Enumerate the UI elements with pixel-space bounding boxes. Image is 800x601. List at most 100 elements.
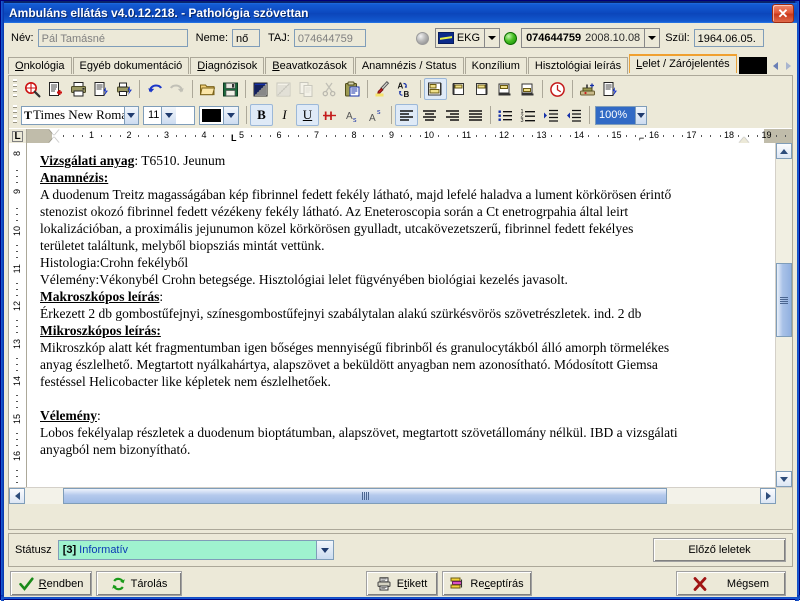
scroll-left-icon[interactable] [9, 488, 25, 504]
status-dropdown-icon[interactable] [315, 541, 333, 559]
patient-name-field[interactable]: Pál Tamásné [37, 29, 188, 47]
tab-konzilium[interactable]: Konzílium [464, 57, 527, 74]
case-dropdown-arrow-icon[interactable] [644, 28, 661, 48]
previous-results-button[interactable]: Előző leletek [653, 538, 786, 562]
patient-taj-field[interactable]: 074644759 [293, 29, 366, 47]
italic-label: I [282, 107, 287, 122]
tab-stop-selector[interactable]: L [9, 129, 27, 143]
scroll-up-icon[interactable] [776, 143, 792, 159]
store-button[interactable]: Tárolás [96, 571, 182, 596]
print-setup-icon[interactable] [113, 78, 136, 100]
format-toolbar-grip[interactable] [13, 105, 17, 125]
toolbar-grip[interactable] [13, 79, 17, 99]
font-color-combo[interactable] [199, 105, 239, 125]
find-replace-icon[interactable]: A B [394, 78, 417, 100]
tab-beavatkozasok[interactable]: Beavatkozások [265, 57, 354, 74]
zoom-dropdown-icon[interactable] [634, 106, 646, 124]
label-print-button[interactable]: Etikett [366, 571, 438, 596]
status-combo[interactable]: [3] Informatív [57, 540, 334, 560]
ruler-tick [644, 135, 646, 137]
scroll-right-icon[interactable] [760, 488, 776, 504]
merge-icon[interactable] [516, 78, 539, 100]
increase-indent-icon[interactable] [540, 104, 563, 126]
tab-diagnozisok[interactable]: Diagnózisok [190, 57, 265, 74]
font-size-combo[interactable]: 11 [143, 105, 195, 125]
tab-anamnezis-status[interactable]: Anamnézis / Status [354, 57, 464, 74]
horizontal-scroll-track[interactable] [25, 488, 760, 504]
document-canvas[interactable]: Vizsgálati anyag: T6510. Jeunum Anamnézis… [27, 143, 775, 487]
italic-button[interactable]: I [273, 104, 296, 126]
zoom-combo[interactable]: 100% [595, 105, 647, 125]
ekg-combo[interactable]: EKG [434, 28, 501, 48]
align-justify-icon[interactable] [464, 104, 487, 126]
new-document-icon[interactable] [44, 78, 67, 100]
subscript-button[interactable]: A s [342, 104, 365, 126]
strikethrough-button[interactable]: H [319, 104, 342, 126]
ok-button[interactable]: Rendben [10, 571, 92, 596]
align-center-icon[interactable] [418, 104, 441, 126]
ruler-tick [550, 135, 552, 137]
tab-hisztologiai-leiras[interactable]: Hisztológiai leírás [527, 57, 629, 74]
template-icon[interactable] [424, 78, 447, 100]
stamp-icon[interactable] [576, 78, 599, 100]
tab-egyeb-dokumentacio[interactable]: Egyéb dokumentáció [72, 57, 190, 74]
append-icon[interactable] [493, 78, 516, 100]
highlighter-icon[interactable] [371, 78, 394, 100]
font-name-combo[interactable]: T Times New Roma [21, 105, 139, 125]
tab-onkologia[interactable]: Onkológia [8, 57, 72, 74]
insert-before-icon[interactable] [447, 78, 470, 100]
print-preview-icon[interactable] [90, 78, 113, 100]
scroll-down-icon[interactable] [776, 471, 792, 487]
paste-icon[interactable] [341, 78, 364, 100]
horizontal-scrollbar[interactable] [9, 487, 792, 504]
case-combo[interactable]: 074644759 2008.10.08 [521, 28, 661, 48]
font-color-dropdown-icon[interactable] [223, 106, 238, 124]
underline-button[interactable]: U [296, 104, 319, 126]
font-size-dropdown-icon[interactable] [161, 106, 177, 124]
redo-icon[interactable] [166, 78, 189, 100]
ruler-scale[interactable]: 1 2 3 4 5 6 7 8 9 10 11 12 13 14 15 16 17 18 19 L ⌐ [27, 129, 792, 143]
zoom-icon[interactable] [21, 78, 44, 100]
bullet-list-icon[interactable] [494, 104, 517, 126]
clock-icon[interactable] [546, 78, 569, 100]
undo-icon[interactable] [143, 78, 166, 100]
deselect-icon[interactable] [272, 78, 295, 100]
tab-lelet-zarojelentes[interactable]: Lelet / Zárójelentés [629, 54, 737, 73]
bottom-button-bar: Rendben Tárolás Etikett Receptírás Mégse… [4, 571, 797, 597]
prescription-button[interactable]: Receptírás [442, 571, 532, 596]
align-left-icon[interactable] [395, 104, 418, 126]
decrease-indent-icon[interactable] [563, 104, 586, 126]
vertical-scroll-thumb[interactable] [776, 263, 792, 337]
ruler-tab-stop-1[interactable]: L [231, 134, 237, 143]
bold-button[interactable]: B [250, 104, 273, 126]
select-all-icon[interactable] [249, 78, 272, 100]
close-icon[interactable]: ✕ [772, 3, 794, 23]
insert-after-icon[interactable] [470, 78, 493, 100]
numbered-list-icon[interactable]: 1 2 3 [517, 104, 540, 126]
export-icon[interactable] [599, 78, 622, 100]
open-icon[interactable] [196, 78, 219, 100]
save-icon[interactable] [219, 78, 242, 100]
ekg-dropdown-arrow-icon[interactable] [484, 28, 501, 48]
patient-gender-field[interactable]: nő [232, 29, 261, 47]
cancel-button[interactable]: Mégsem [676, 571, 786, 596]
ruler-tick [785, 135, 787, 137]
font-name-dropdown-icon[interactable] [123, 106, 138, 124]
title-bar[interactable]: Ambuláns ellátás v4.0.12.218. - Pathológ… [4, 3, 797, 23]
ruler-tick [63, 135, 65, 137]
document-text[interactable]: Vizsgálati anyag: T6510. Jeunum Anamnézis… [28, 143, 775, 458]
print-icon[interactable] [67, 78, 90, 100]
ruler-number: 8 [351, 130, 357, 140]
tab-scroll-left-icon[interactable] [769, 58, 782, 73]
vertical-scrollbar[interactable] [775, 143, 792, 487]
cut-icon[interactable] [318, 78, 341, 100]
tab-scroll-right-icon[interactable] [782, 58, 795, 73]
first-line-indent-marker[interactable] [49, 129, 59, 135]
ruler-tab-stop-2[interactable]: ⌐ [639, 134, 644, 143]
align-right-icon[interactable] [441, 104, 464, 126]
superscript-button[interactable]: A s [365, 104, 388, 126]
cancel-button-label: Mégsem [726, 577, 770, 590]
patient-birthdate-field[interactable]: 1964.06.05. [693, 29, 764, 47]
copy-icon[interactable] [295, 78, 318, 100]
horizontal-scroll-thumb[interactable] [63, 488, 667, 504]
